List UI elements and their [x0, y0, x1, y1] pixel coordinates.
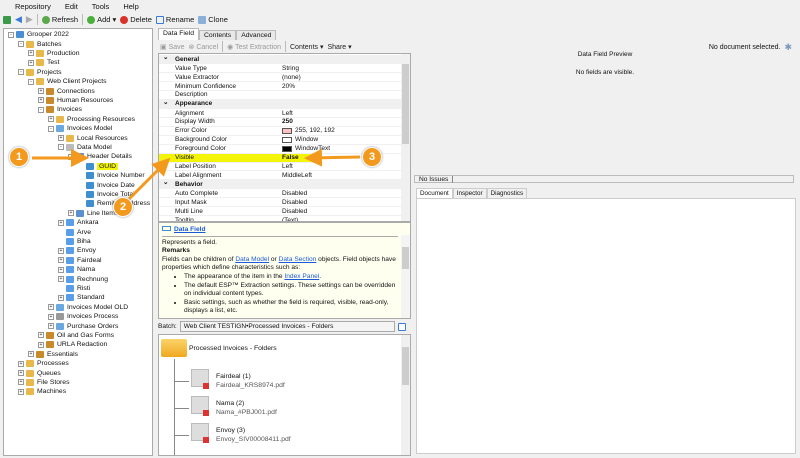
arrow-3 — [304, 148, 361, 167]
arrow-2 — [126, 157, 171, 202]
annotation-badge-2: 2 — [113, 197, 133, 217]
annotation-badge-1: 1 — [9, 147, 29, 167]
annotation-arrows — [32, 148, 361, 202]
annotation-badge-3: 3 — [362, 147, 382, 167]
